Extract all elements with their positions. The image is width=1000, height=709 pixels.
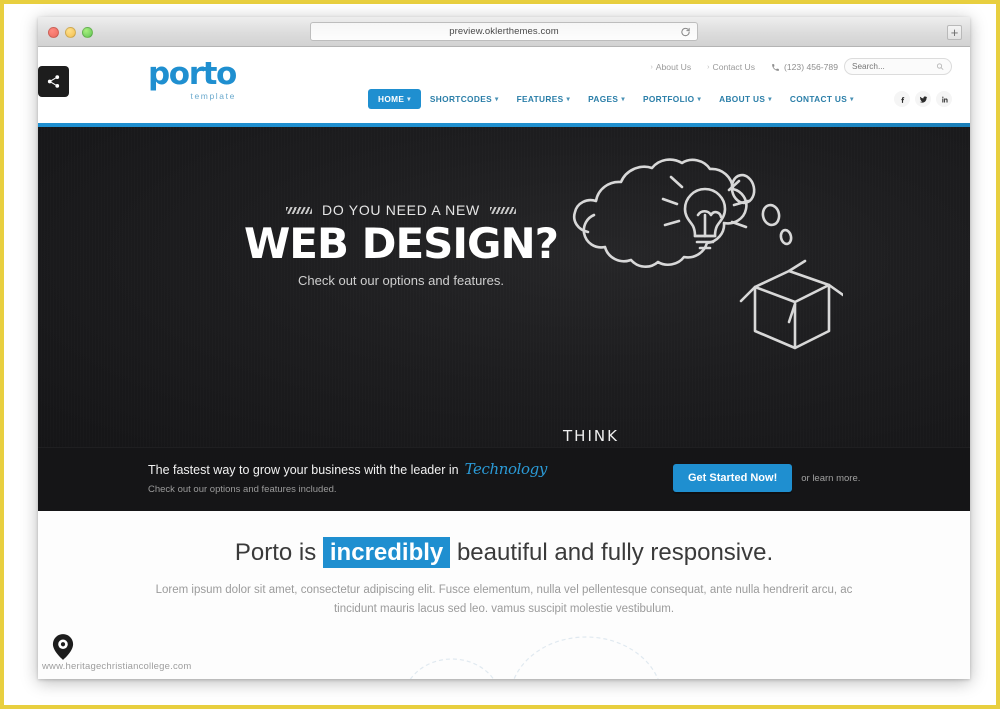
hero-headline: WEB DESIGN? [243,219,559,268]
chevron-down-icon: ▾ [621,96,625,103]
intro-section: Porto is incredibly beautiful and fully … [38,511,970,679]
hero-kicker: DO YOU NEED A NEW [236,202,566,218]
cta-actions: Get Started Now! or learn more. [673,464,860,492]
search-icon[interactable] [936,62,944,71]
devices-illustration [409,636,659,679]
nav-item-portfolio[interactable]: PORTFOLIO ▾ [634,89,710,109]
nav-item-label: CONTACT US [789,94,848,104]
cta-subline: Check out our options and features inclu… [148,484,337,495]
facebook-icon[interactable] [894,91,910,107]
close-button[interactable] [48,27,59,38]
linkedin-icon[interactable] [936,91,952,107]
chevron-down-icon: ▾ [850,96,854,103]
nav-item-contact-us[interactable]: CONTACT US ▾ [781,89,863,109]
nav-item-label: HOME [378,94,405,104]
nav-item-label: PAGES [588,94,619,104]
map-pin-icon [52,634,74,660]
top-link-about-us[interactable]: › About Us [650,62,691,72]
hero-kicker-label: DO YOU NEED A NEW [322,202,480,218]
get-started-button[interactable]: Get Started Now! [673,464,793,492]
cta-headline: The fastest way to grow your business wi… [148,460,547,478]
intro-paragraph: Lorem ipsum dolor sit amet, consectetur … [155,584,853,615]
chevron-right-icon: › [707,63,710,71]
chalk-line-1: THINK [563,427,619,445]
watermark-text: www.heritagechristiancollege.com [42,661,192,672]
hero-subline: Check out our options and features. [298,273,504,289]
phone-number[interactable]: (123) 456-789 [771,62,838,72]
hero-text-block: DO YOU NEED A NEW WEB DESIGN? Check out … [236,202,566,288]
search-input[interactable] [852,62,936,71]
social-links [894,91,952,107]
nav-item-about-us[interactable]: ABOUT US ▾ [710,89,781,109]
chalk-illustration [572,158,843,350]
nav-item-label: SHORTCODES [429,94,492,104]
intro-headline-prefix: Porto is [234,539,317,566]
utility-links: › About Us › Contact Us (123) 456-789 [650,62,838,72]
nav-item-home[interactable]: HOME ▾ [368,89,421,109]
top-link-label: Contact Us [712,62,755,72]
browser-window: preview.oklerthemes.com + porto template… [38,17,970,679]
page-viewport: porto template › About Us › Contact Us (… [38,47,970,679]
logo-wordmark: porto [148,56,237,92]
reload-icon[interactable] [680,26,691,37]
phone-icon [772,63,779,71]
maximize-button[interactable] [82,27,93,38]
chevron-down-icon: ▾ [697,96,702,103]
site-header: porto template › About Us › Contact Us (… [38,47,970,127]
browser-titlebar: preview.oklerthemes.com + [38,17,970,47]
dash-ornament-left [286,206,313,214]
nav-item-label: PORTFOLIO [642,94,695,104]
top-link-contact-us[interactable]: › Contact Us [707,62,755,72]
search-box[interactable] [844,58,952,75]
dash-ornament-right [489,206,516,214]
chevron-down-icon: ▾ [768,96,772,103]
cta-headline-prefix: The fastest way to grow your business wi… [148,463,459,477]
share-badge[interactable] [38,66,69,97]
intro-headline: Porto is incredibly beautiful and fully … [38,537,970,568]
phone-label: (123) 456-789 [784,62,838,72]
learn-more-link[interactable]: or learn more. [801,473,860,484]
intro-headline-suffix: beautiful and fully responsive. [456,539,774,566]
cta-band: The fastest way to grow your business wi… [38,447,970,511]
cta-text-block: The fastest way to grow your business wi… [148,460,547,495]
url-text: preview.oklerthemes.com [449,26,559,37]
nav-item-shortcodes[interactable]: SHORTCODES ▾ [421,89,508,109]
new-tab-button[interactable]: + [947,25,962,40]
chevron-down-icon: ▾ [407,96,411,103]
share-nodes-icon [47,75,60,88]
nav-item-label: FEATURES [516,94,564,104]
chevron-right-icon: › [650,63,653,71]
nav-item-pages[interactable]: PAGES ▾ [579,89,634,109]
top-link-label: About Us [655,62,692,72]
logo-subtitle: template [190,91,236,101]
nav-item-label: ABOUT US [719,94,766,104]
gold-frame: preview.oklerthemes.com + porto template… [0,0,1000,709]
chevron-down-icon: ▾ [494,96,499,103]
minimize-button[interactable] [65,27,76,38]
nav-item-features[interactable]: FEATURES ▾ [508,89,580,109]
twitter-icon[interactable] [915,91,931,107]
address-bar[interactable]: preview.oklerthemes.com [310,22,698,41]
chevron-down-icon: ▾ [566,96,571,103]
cta-headline-accent: Technology [464,460,548,478]
window-controls[interactable] [48,27,93,38]
intro-headline-highlight: incredibly [322,537,451,568]
main-navigation: HOME ▾ SHORTCODES ▾ FEATURES ▾ PAGES ▾ P… [368,89,863,109]
site-logo[interactable]: porto template [148,56,237,102]
hero-section: DO YOU NEED A NEW WEB DESIGN? Check out … [38,127,970,493]
